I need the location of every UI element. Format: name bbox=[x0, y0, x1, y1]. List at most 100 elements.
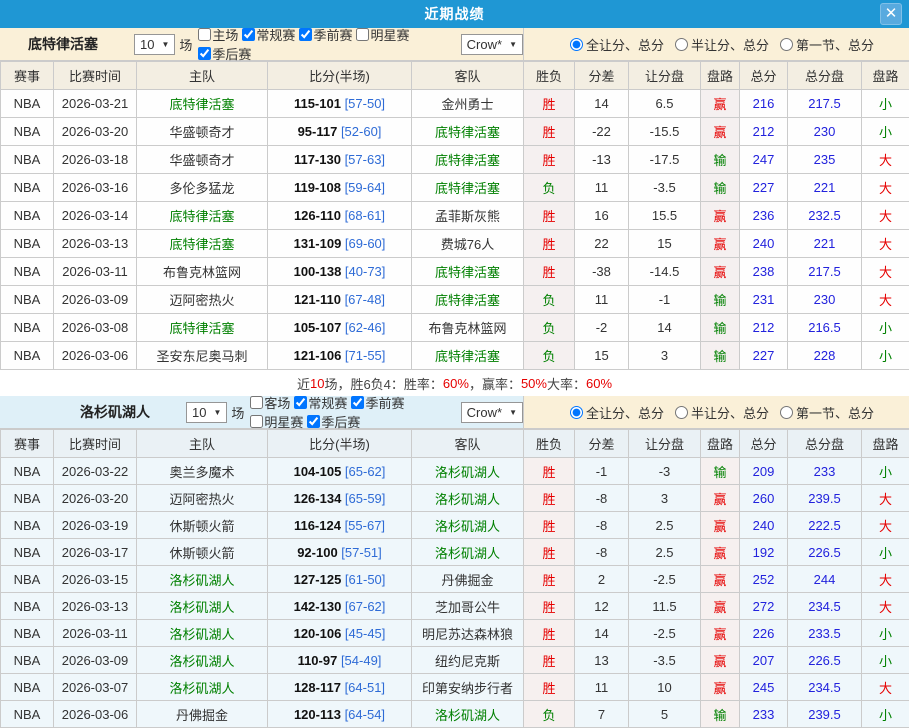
games-count-select[interactable]: 10 ▼ bbox=[186, 402, 227, 423]
away-team-cell: 印第安纳步行者 bbox=[412, 674, 524, 701]
filter-checkbox[interactable] bbox=[242, 28, 255, 41]
filter-checkbox[interactable] bbox=[250, 415, 263, 428]
handicap-line-cell: 14 bbox=[629, 314, 701, 342]
close-button[interactable]: ✕ bbox=[880, 3, 902, 25]
score-cell: 104-105 [65-62] bbox=[268, 458, 412, 485]
point-diff-cell: -8 bbox=[575, 539, 629, 566]
filter-checkbox-item: 季后赛 bbox=[194, 44, 251, 63]
game-row: NBA2026-03-20迈阿密热火126-134 [65-59]洛杉矶湖人胜-… bbox=[1, 485, 909, 512]
bookmaker-select[interactable]: Crow* ▼ bbox=[461, 402, 523, 423]
score-half: [59-64] bbox=[341, 180, 385, 195]
game-row: NBA2026-03-22奥兰多魔术104-105 [65-62]洛杉矶湖人胜-… bbox=[1, 458, 909, 485]
mode-radio-label: 半让分、总分 bbox=[691, 35, 769, 54]
score-main: 128-117 bbox=[294, 680, 341, 695]
column-header: 胜负 bbox=[524, 62, 575, 90]
result-cell: 胜 bbox=[524, 539, 575, 566]
filter-checkbox[interactable] bbox=[294, 396, 307, 409]
over-under-road-cell: 小 bbox=[862, 314, 909, 342]
mode-radio-label: 第一节、总分 bbox=[796, 403, 874, 422]
result-cell: 负 bbox=[524, 701, 575, 728]
result-cell: 负 bbox=[524, 342, 575, 370]
away-team-cell: 洛杉矶湖人 bbox=[412, 512, 524, 539]
filter-checkbox[interactable] bbox=[198, 47, 211, 60]
mode-radio[interactable] bbox=[570, 406, 583, 419]
away-team-name: 底特律活塞 bbox=[435, 293, 500, 308]
total-points-cell: 252 bbox=[740, 566, 788, 593]
score-half: [57-50] bbox=[341, 96, 385, 111]
league-cell: NBA bbox=[1, 342, 54, 370]
column-header: 盘路 bbox=[862, 62, 909, 90]
away-team-cell: 金州勇士 bbox=[412, 90, 524, 118]
away-team-cell: 底特律活塞 bbox=[412, 174, 524, 202]
handicap-line-cell: -1 bbox=[629, 286, 701, 314]
home-team-cell: 迈阿密热火 bbox=[137, 286, 268, 314]
handicap-road-cell: 赢 bbox=[701, 202, 740, 230]
date-cell: 2026-03-16 bbox=[54, 174, 137, 202]
score-main: 105-107 bbox=[294, 320, 342, 335]
column-header: 胜负 bbox=[524, 430, 575, 458]
away-team-cell: 洛杉矶湖人 bbox=[412, 701, 524, 728]
games-count-select[interactable]: 10 ▼ bbox=[134, 34, 175, 55]
bookmaker-select[interactable]: Crow* ▼ bbox=[461, 34, 523, 55]
game-row: NBA2026-03-21底特律活塞115-101 [57-50]金州勇士胜14… bbox=[1, 90, 909, 118]
over-under-road-cell: 大 bbox=[862, 230, 909, 258]
score-main: 119-108 bbox=[294, 180, 341, 195]
filter-checkbox[interactable] bbox=[198, 28, 211, 41]
away-team-cell: 孟菲斯灰熊 bbox=[412, 202, 524, 230]
mode-radio[interactable] bbox=[780, 38, 793, 51]
handicap-line-cell: -3 bbox=[629, 458, 701, 485]
date-cell: 2026-03-13 bbox=[54, 593, 137, 620]
table-header-row: 赛事比赛时间主队比分(半场)客队胜负分差让分盘盘路总分总分盘盘路 bbox=[1, 430, 909, 458]
column-header: 盘路 bbox=[862, 430, 909, 458]
home-team-cell: 休斯顿火箭 bbox=[137, 539, 268, 566]
game-row: NBA2026-03-16多伦多猛龙119-108 [59-64]底特律活塞负1… bbox=[1, 174, 909, 202]
home-team-cell: 洛杉矶湖人 bbox=[137, 674, 268, 701]
filter-checkbox[interactable] bbox=[356, 28, 369, 41]
mode-radio[interactable] bbox=[780, 406, 793, 419]
away-team-cell: 底特律活塞 bbox=[412, 118, 524, 146]
league-cell: NBA bbox=[1, 286, 54, 314]
mode-radio[interactable] bbox=[675, 38, 688, 51]
over-under-road-cell: 大 bbox=[862, 566, 909, 593]
home-team-name: 底特律活塞 bbox=[169, 97, 234, 112]
away-team-cell: 布鲁克林篮网 bbox=[412, 314, 524, 342]
score-cell: 128-117 [64-51] bbox=[268, 674, 412, 701]
total-line-cell: 217.5 bbox=[788, 258, 862, 286]
home-team-cell: 洛杉矶湖人 bbox=[137, 620, 268, 647]
result-cell: 胜 bbox=[524, 146, 575, 174]
handicap-line-cell: 15.5 bbox=[629, 202, 701, 230]
summary-segment: 近 bbox=[297, 374, 310, 393]
over-under-road-cell: 大 bbox=[862, 674, 909, 701]
column-header: 主队 bbox=[137, 430, 268, 458]
away-team-cell: 底特律活塞 bbox=[412, 258, 524, 286]
mode-radio-group: 全让分、总分半让分、总分第一节、总分 bbox=[523, 28, 909, 60]
over-under-road-cell: 大 bbox=[862, 202, 909, 230]
game-row: NBA2026-03-15洛杉矶湖人127-125 [61-50]丹佛掘金胜2-… bbox=[1, 566, 909, 593]
mode-radio[interactable] bbox=[570, 38, 583, 51]
games-unit-label: 场 bbox=[179, 35, 192, 54]
column-header: 比赛时间 bbox=[54, 62, 137, 90]
filter-checkbox[interactable] bbox=[250, 396, 263, 409]
league-cell: NBA bbox=[1, 593, 54, 620]
column-header: 让分盘 bbox=[629, 62, 701, 90]
column-header: 赛事 bbox=[1, 430, 54, 458]
over-under-road-cell: 小 bbox=[862, 458, 909, 485]
home-team-cell: 洛杉矶湖人 bbox=[137, 566, 268, 593]
score-cell: 131-109 [69-60] bbox=[268, 230, 412, 258]
handicap-road-cell: 赢 bbox=[701, 230, 740, 258]
title-bar: 近期战绩 ✕ bbox=[0, 0, 909, 28]
game-row: NBA2026-03-20华盛顿奇才95-117 [52-60]底特律活塞胜-2… bbox=[1, 118, 909, 146]
mode-radio[interactable] bbox=[675, 406, 688, 419]
league-cell: NBA bbox=[1, 566, 54, 593]
away-team-cell: 芝加哥公牛 bbox=[412, 593, 524, 620]
away-team-name: 明尼苏达森林狼 bbox=[422, 627, 513, 642]
game-row: NBA2026-03-08底特律活塞105-107 [62-46]布鲁克林篮网负… bbox=[1, 314, 909, 342]
filter-checkbox[interactable] bbox=[299, 28, 312, 41]
home-team-name: 华盛顿奇才 bbox=[169, 125, 234, 140]
game-row: NBA2026-03-13底特律活塞131-109 [69-60]费城76人胜2… bbox=[1, 230, 909, 258]
filter-checkbox-label: 客场 bbox=[264, 393, 290, 412]
away-team-name: 洛杉矶湖人 bbox=[435, 708, 500, 723]
filter-checkbox[interactable] bbox=[307, 415, 320, 428]
filter-checkbox[interactable] bbox=[351, 396, 364, 409]
score-half: [54-49] bbox=[337, 653, 381, 668]
